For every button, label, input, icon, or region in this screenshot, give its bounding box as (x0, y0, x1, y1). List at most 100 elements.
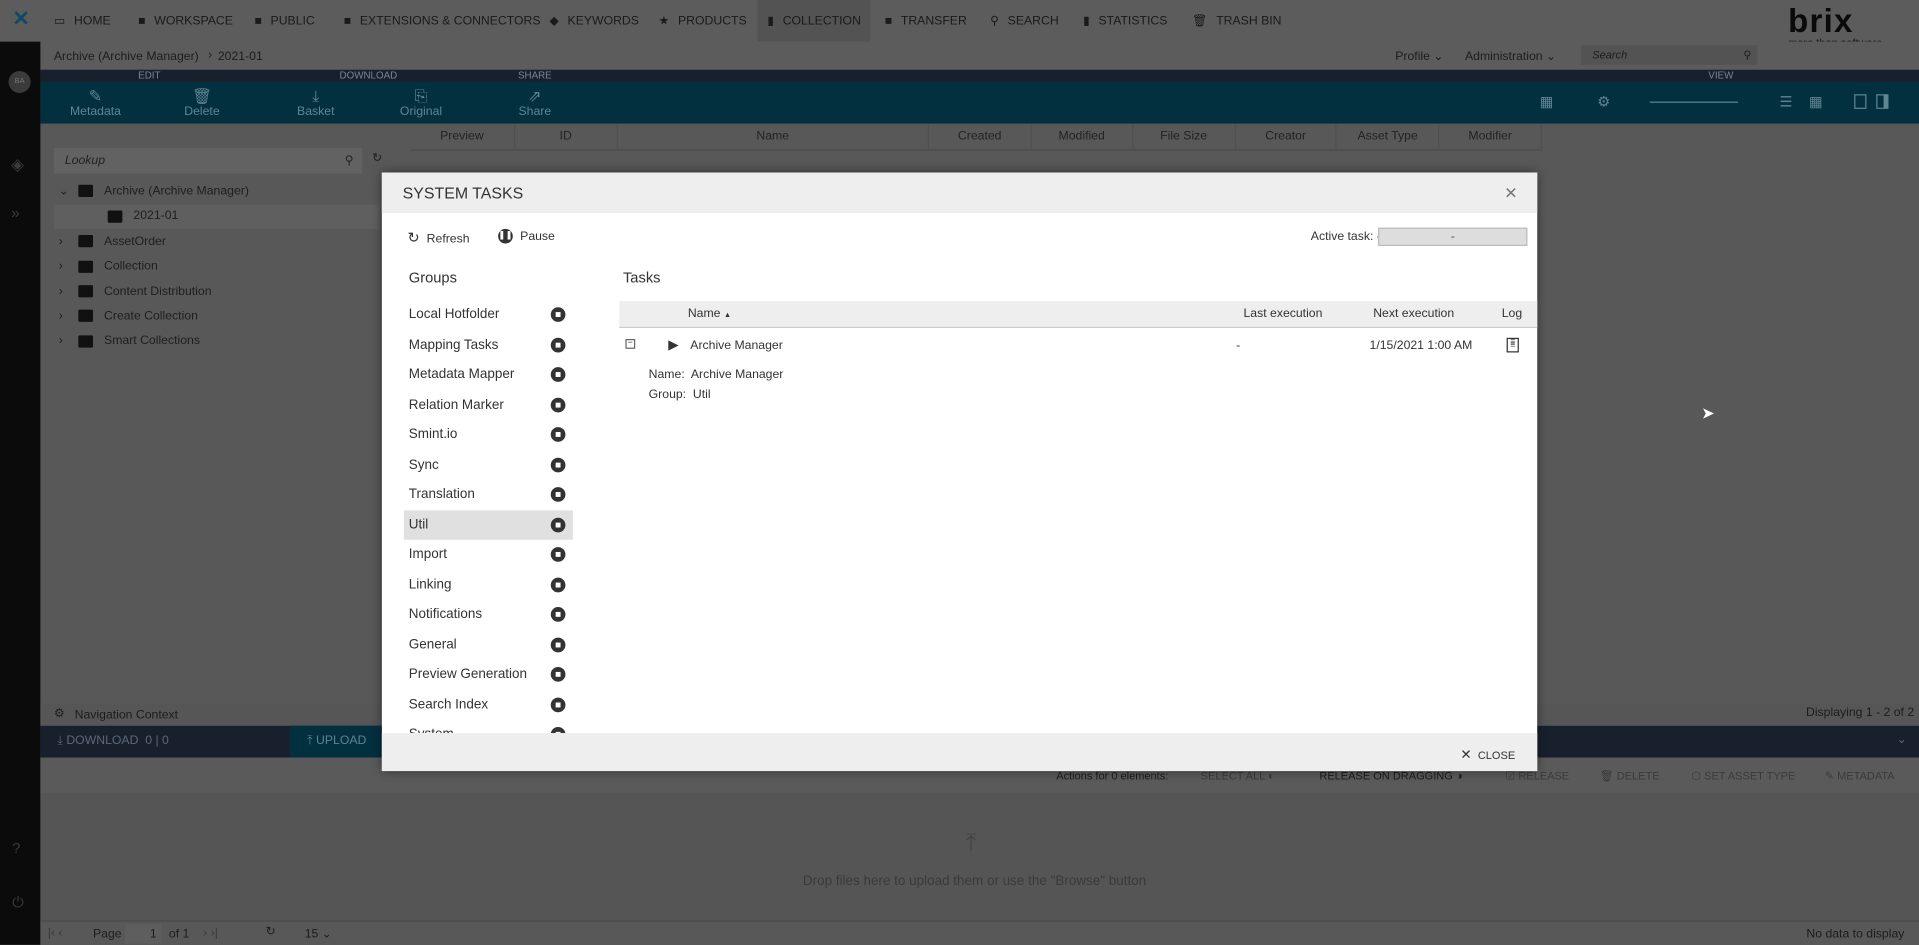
refresh-icon[interactable]: ↻ (372, 152, 382, 165)
app-logo-x-icon[interactable]: ✕ (12, 7, 29, 31)
layers-icon[interactable]: ◈ (11, 154, 24, 175)
close-icon[interactable]: ✕ (1504, 184, 1517, 204)
stop-icon[interactable] (550, 637, 566, 652)
original-button[interactable]: ⎘ Original (400, 87, 442, 119)
administration-menu[interactable]: Administration ⌄ (1465, 50, 1556, 63)
group-item[interactable]: Mapping Tasks (404, 330, 573, 359)
play-icon[interactable]: ▶ (668, 337, 678, 353)
metadata-button[interactable]: ✎ METADATA (1825, 770, 1895, 783)
group-item[interactable]: System (404, 720, 573, 734)
tree-item[interactable]: › Collection (54, 255, 380, 279)
stop-icon[interactable] (550, 577, 566, 592)
log-icon[interactable]: ≡ ≡ (1506, 337, 1519, 353)
search-input[interactable]: Search ⚲ (1581, 45, 1758, 65)
profile-menu[interactable]: Profile ⌄ (1395, 50, 1443, 63)
column-header[interactable]: Created (929, 123, 1032, 150)
stop-icon[interactable] (550, 697, 566, 712)
power-icon[interactable]: ⏻ (12, 893, 24, 911)
delete-button[interactable]: 🗑 Delete (184, 87, 219, 119)
stop-icon[interactable] (550, 337, 566, 352)
select-all-toggle[interactable]: SELECT ALL ◐ (1201, 770, 1275, 782)
group-item[interactable]: Search Index (404, 690, 573, 719)
group-item[interactable]: Metadata Mapper (404, 360, 573, 389)
stop-icon[interactable] (550, 667, 566, 682)
nav-item-statistics[interactable]: ▮ STATISTICS (1073, 0, 1177, 42)
nav-item-keywords[interactable]: ◆ KEYWORDS (540, 0, 649, 42)
release-on-dragging-toggle[interactable]: RELEASE ON DRAGGING ◑ (1319, 770, 1462, 782)
nav-item-collection[interactable]: ▮ COLLECTION (757, 0, 871, 42)
nav-item-extensions-connectors[interactable]: ■ EXTENSIONS & CONNECTORS (334, 0, 550, 42)
search-icon[interactable]: ⚲ (1743, 45, 1751, 65)
breadcrumb-item[interactable]: Archive (Archive Manager) (54, 50, 199, 63)
stop-icon[interactable] (550, 517, 566, 532)
chat-icon[interactable]: » (11, 203, 20, 221)
tree-item[interactable]: › Content Distribution (54, 280, 380, 304)
stop-icon[interactable] (550, 397, 566, 412)
close-button[interactable]: ✕ CLOSE (1460, 747, 1515, 763)
list-view-icon[interactable]: ☰ (1780, 93, 1793, 110)
page-input[interactable]: 1 (124, 924, 162, 944)
stop-icon[interactable] (550, 487, 566, 502)
nav-item-search[interactable]: ⚲ SEARCH (980, 0, 1068, 42)
next-page-icon[interactable]: › ›| (203, 926, 218, 939)
tree-item[interactable]: › Create Collection (54, 305, 380, 329)
group-item[interactable]: Local Hotfolder (404, 300, 573, 329)
column-header[interactable]: File Size (1133, 123, 1236, 150)
tree-item[interactable]: › AssetOrder (54, 230, 380, 254)
navigation-context-label[interactable]: Navigation Context (75, 709, 178, 722)
download-tab[interactable]: ⤓ DOWNLOAD 0 | 0 (58, 734, 169, 747)
stop-icon[interactable] (550, 367, 566, 382)
layout-single-icon[interactable] (1854, 94, 1867, 109)
column-last-execution[interactable]: Last execution (1243, 301, 1322, 328)
share-button[interactable]: ⇗ Share (519, 87, 552, 119)
upload-tab[interactable]: ⤒ UPLOAD (290, 725, 382, 758)
tree-item[interactable]: › Smart Collections (54, 330, 380, 354)
layout-split-icon[interactable] (1876, 94, 1889, 109)
page-size-select[interactable]: 15 ⌄ (305, 928, 332, 941)
avatar[interactable]: BA (8, 70, 31, 94)
tree-item[interactable]: ⌄ Archive (Archive Manager) (54, 180, 380, 204)
group-item[interactable]: Linking (404, 570, 573, 599)
metadata-button[interactable]: ✎ Metadata (70, 87, 121, 119)
column-header[interactable]: Asset Type (1337, 123, 1440, 150)
nav-item-transfer[interactable]: ■ TRANSFER (875, 0, 977, 42)
delete-button[interactable]: 🗑 DELETE (1600, 770, 1660, 783)
grid-view-icon[interactable]: ▦ (1809, 93, 1823, 110)
group-item[interactable]: General (404, 630, 573, 659)
group-item[interactable]: Smint.io (404, 420, 573, 449)
stop-icon[interactable] (550, 607, 566, 622)
basket-button[interactable]: ⤓ Basket (297, 87, 334, 119)
zoom-slider[interactable] (1649, 101, 1738, 103)
task-row[interactable]: − ▶ Archive Manager - 1/15/2021 1:00 AM … (619, 333, 1537, 360)
chevron-down-icon[interactable]: ⌄ (1897, 733, 1907, 746)
group-item[interactable]: Notifications (404, 600, 573, 629)
column-name[interactable]: Name ▲ (688, 301, 731, 329)
lookup-input[interactable]: Lookup ⚲ (53, 148, 363, 174)
column-header[interactable]: Name (618, 123, 930, 150)
columns-icon[interactable]: ▦ (1540, 93, 1554, 110)
column-log[interactable]: Log (1502, 301, 1522, 328)
release-button[interactable]: ☑ RELEASE (1505, 770, 1569, 783)
refresh-icon[interactable]: ↻ (266, 925, 276, 938)
first-page-icon[interactable]: |‹ ‹ (48, 926, 63, 939)
nav-item-products[interactable]: ★ PRODUCTS (649, 0, 757, 42)
collapse-icon[interactable]: − (625, 339, 636, 349)
nav-item-home[interactable]: ▭ HOME (44, 0, 120, 42)
group-item[interactable]: Import (404, 540, 573, 569)
drop-zone[interactable]: ⤒ Drop files here to upload them or use … (40, 793, 1919, 921)
column-header[interactable]: Preview (410, 123, 516, 150)
group-item[interactable]: Translation (404, 480, 573, 509)
column-header[interactable]: Modifier (1440, 123, 1543, 150)
column-header[interactable]: Creator (1236, 123, 1337, 150)
nav-item-workspace[interactable]: ■ WORKSPACE (129, 0, 243, 42)
stop-icon[interactable] (550, 457, 566, 472)
group-item[interactable]: Relation Marker (404, 390, 573, 419)
refresh-button[interactable]: ↻ Refresh (408, 229, 470, 246)
column-header[interactable]: Modified (1032, 123, 1133, 150)
nav-item-trash-bin[interactable]: 🗑 TRASH BIN (1182, 0, 1291, 42)
group-item[interactable]: Sync (404, 450, 573, 479)
group-item[interactable]: Preview Generation (404, 660, 573, 689)
set-asset-type-button[interactable]: ⬡ SET ASSET TYPE (1691, 770, 1795, 783)
column-next-execution[interactable]: Next execution (1373, 301, 1454, 328)
folder-settings-icon[interactable]: ⚙ (1597, 93, 1610, 110)
